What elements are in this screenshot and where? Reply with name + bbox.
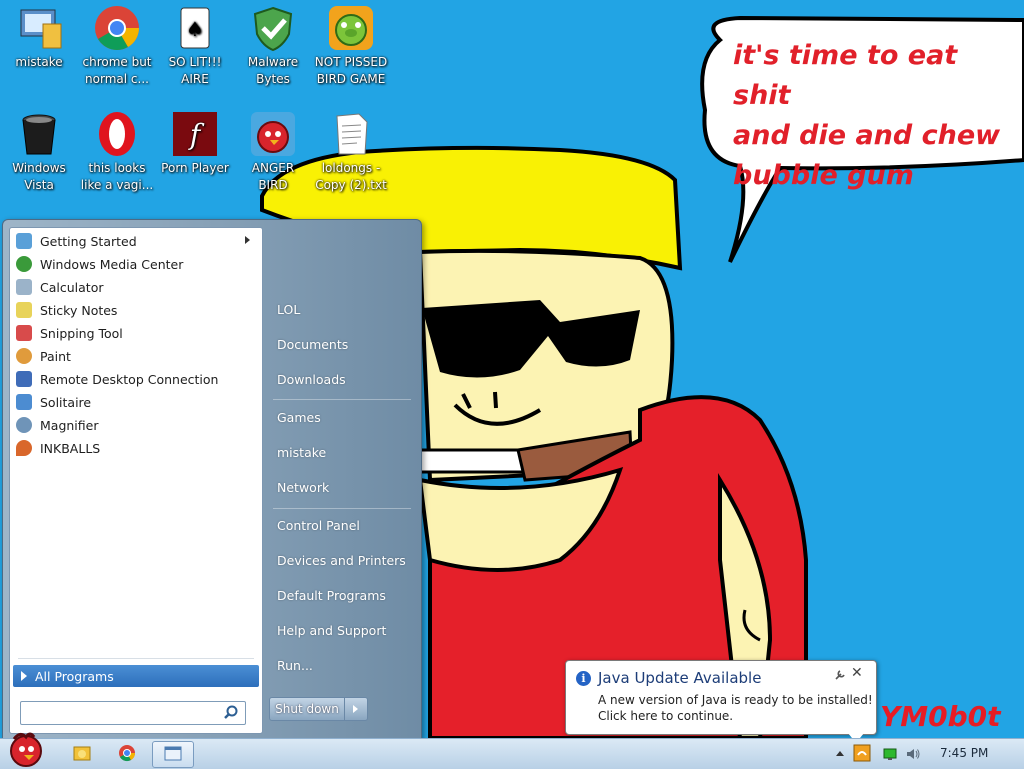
desktop-icon-solitaire[interactable]: ♠ SO LIT!!! AIRE [156, 0, 234, 88]
desktop-icons: mistake chrome but normal c... ♠ SO LIT!… [0, 0, 400, 210]
program-paint[interactable]: Paint [12, 345, 258, 367]
program-snipping-tool[interactable]: Snipping Tool [12, 322, 258, 344]
folder-icon [73, 746, 91, 761]
wrench-icon[interactable] [834, 669, 846, 681]
window-icon [164, 746, 182, 761]
green-pig-icon [327, 4, 375, 52]
angry-bird-start-icon [10, 732, 42, 767]
calculator-icon [16, 279, 32, 295]
right-item-control-panel[interactable]: Control Panel [271, 511, 417, 541]
expand-arrow-icon [21, 671, 27, 681]
right-item-lol[interactable]: LOL [271, 295, 417, 325]
angry-bird-icon [249, 110, 297, 158]
info-icon: i [576, 671, 591, 686]
start-search-box[interactable] [20, 701, 246, 725]
right-separator [273, 508, 411, 509]
paint-palette-icon [16, 348, 32, 364]
program-calculator[interactable]: Calculator [12, 276, 258, 298]
taskbar: 7:45 PM [0, 732, 1024, 769]
desktop-icon-flash-player[interactable]: f Porn Player [156, 106, 234, 177]
scissors-icon [16, 325, 32, 341]
right-item-documents[interactable]: Documents [271, 330, 417, 360]
sticky-notes-icon [16, 302, 32, 318]
computer-folder-icon [15, 4, 63, 52]
java-tray-icon[interactable] [852, 743, 872, 763]
text-file-icon [327, 110, 375, 158]
speech-bubble-text: it's time to eat shit and die and chew b… [733, 40, 1001, 191]
svg-text:♠: ♠ [186, 17, 204, 41]
solitaire-icon: ♠ [171, 4, 219, 52]
right-item-default-programs[interactable]: Default Programs [271, 581, 417, 611]
submenu-arrow-icon [245, 236, 250, 244]
search-icon[interactable] [223, 705, 239, 721]
program-magnifier[interactable]: Magnifier [12, 414, 258, 436]
right-item-mistake[interactable]: mistake [271, 438, 417, 468]
remote-desktop-icon [16, 371, 32, 387]
start-search-input[interactable] [25, 704, 215, 722]
all-programs-button[interactable]: All Programs [13, 665, 259, 687]
cards-icon [16, 394, 32, 410]
volume-icon[interactable] [905, 746, 921, 762]
show-hidden-icons-icon[interactable] [832, 746, 848, 762]
opera-icon [93, 110, 141, 158]
taskbar-explorer-button[interactable] [62, 741, 102, 766]
flash-icon: f [171, 110, 219, 158]
desktop-icon-text-file[interactable]: loldongs - Copy (2).txt [312, 106, 390, 194]
desktop-icon-opera[interactable]: this looks like a vagi... [78, 106, 156, 194]
desktop-icon-bird-game[interactable]: NOT PISSED BIRD GAME [312, 0, 390, 88]
right-item-network[interactable]: Network [271, 473, 417, 503]
getting-started-icon [16, 233, 32, 249]
shutdown-button[interactable]: Shut down [269, 697, 345, 721]
right-item-games[interactable]: Games [271, 403, 417, 433]
notification-title: Java Update Available [598, 669, 762, 687]
inkballs-icon [16, 440, 32, 456]
right-separator [273, 399, 411, 400]
desktop-icon-recycle-bin[interactable]: Windows Vista [0, 106, 78, 194]
recycle-bin-icon [15, 110, 63, 158]
desktop-icon-chrome[interactable]: chrome but normal c... [78, 0, 156, 88]
chevron-right-icon [353, 705, 358, 713]
program-solitaire[interactable]: Solitaire [12, 391, 258, 413]
program-remote-desktop[interactable]: Remote Desktop Connection [12, 368, 258, 390]
right-item-downloads[interactable]: Downloads [271, 365, 417, 395]
java-update-notification[interactable]: i Java Update Available A new version of… [565, 660, 877, 743]
desktop-icon-anger-bird[interactable]: ANGER BIRD [234, 106, 312, 194]
program-windows-media-center[interactable]: Windows Media Center [12, 253, 258, 275]
program-getting-started[interactable]: Getting Started [12, 230, 258, 252]
right-item-devices-printers[interactable]: Devices and Printers [271, 546, 417, 576]
start-menu-programs-pane: Getting Started Windows Media Center Cal… [9, 227, 263, 734]
notification-message[interactable]: A new version of Java is ready to be ins… [598, 692, 873, 724]
taskbar-window-button[interactable] [152, 741, 194, 768]
right-item-run[interactable]: Run... [271, 651, 417, 681]
magnifier-icon [16, 417, 32, 433]
start-button[interactable] [4, 729, 46, 769]
chrome-icon [93, 4, 141, 52]
shield-icon [249, 4, 297, 52]
desktop-icon-malwarebytes[interactable]: Malware Bytes [234, 0, 312, 88]
close-icon[interactable]: ✕ [851, 665, 863, 681]
watermark-text: YM0b0t [880, 700, 1001, 733]
start-menu: Getting Started Windows Media Center Cal… [2, 219, 422, 740]
desktop-icon-mistake[interactable]: mistake [0, 0, 78, 71]
network-icon[interactable] [882, 746, 898, 762]
program-sticky-notes[interactable]: Sticky Notes [12, 299, 258, 321]
chrome-icon [119, 745, 136, 762]
media-center-icon [16, 256, 32, 272]
taskbar-clock[interactable]: 7:45 PM [940, 746, 988, 760]
program-inkballs[interactable]: INKBALLS [12, 437, 258, 459]
right-item-help-support[interactable]: Help and Support [271, 616, 417, 646]
shutdown-options-button[interactable] [344, 697, 368, 721]
programs-separator [18, 658, 254, 659]
taskbar-chrome-button[interactable] [107, 741, 147, 766]
